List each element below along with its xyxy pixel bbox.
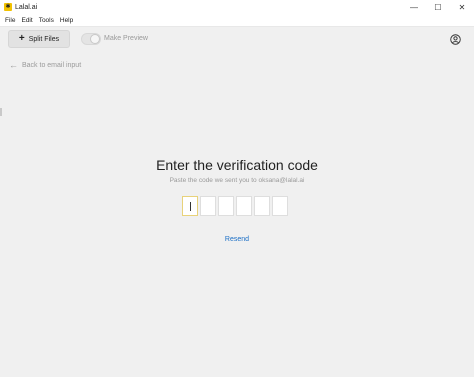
toggle-knob xyxy=(90,34,100,44)
instruction-text: Paste the code we sent you to oksana@lal… xyxy=(169,177,305,184)
code-digit-1[interactable] xyxy=(182,196,198,216)
menu-bar: File Edit Tools Help xyxy=(0,14,474,27)
menu-help[interactable]: Help xyxy=(60,17,73,24)
split-files-button[interactable]: + Split Files xyxy=(8,30,70,48)
code-digit-5[interactable] xyxy=(254,196,270,216)
window-title: Lalal.ai xyxy=(15,3,38,11)
menu-file[interactable]: File xyxy=(5,17,15,24)
maximize-button[interactable]: ☐ xyxy=(426,0,450,14)
toolbar: + Split Files Make Preview xyxy=(0,27,474,53)
scroll-edge-marker xyxy=(0,108,2,116)
close-button[interactable]: ✕ xyxy=(450,0,474,14)
make-preview-label: Make Preview xyxy=(104,35,148,42)
page-title: Enter the verification code xyxy=(156,157,318,173)
user-circle-icon[interactable] xyxy=(450,34,461,45)
title-bar: ✱ Lalal.ai — ☐ ✕ xyxy=(0,0,474,14)
minimize-button[interactable]: — xyxy=(402,0,426,14)
back-link-label: Back to email input xyxy=(22,62,82,69)
menu-tools[interactable]: Tools xyxy=(39,17,54,24)
code-digit-2[interactable] xyxy=(200,196,216,216)
resend-link[interactable]: Resend xyxy=(0,236,474,243)
code-digit-3[interactable] xyxy=(218,196,234,216)
split-files-label: Split Files xyxy=(28,35,60,43)
plus-icon: + xyxy=(18,33,25,44)
code-digit-4[interactable] xyxy=(236,196,252,216)
make-preview-toggle[interactable] xyxy=(81,33,101,45)
back-to-email-link[interactable]: ← Back to email input xyxy=(9,61,81,70)
verification-code-input xyxy=(182,196,290,216)
menu-edit[interactable]: Edit xyxy=(21,17,32,24)
lalal-logo-icon: ✱ xyxy=(4,3,12,11)
window-controls: — ☐ ✕ xyxy=(402,0,474,14)
arrow-left-icon: ← xyxy=(9,60,18,70)
text-caret xyxy=(190,202,191,211)
code-digit-6[interactable] xyxy=(272,196,288,216)
